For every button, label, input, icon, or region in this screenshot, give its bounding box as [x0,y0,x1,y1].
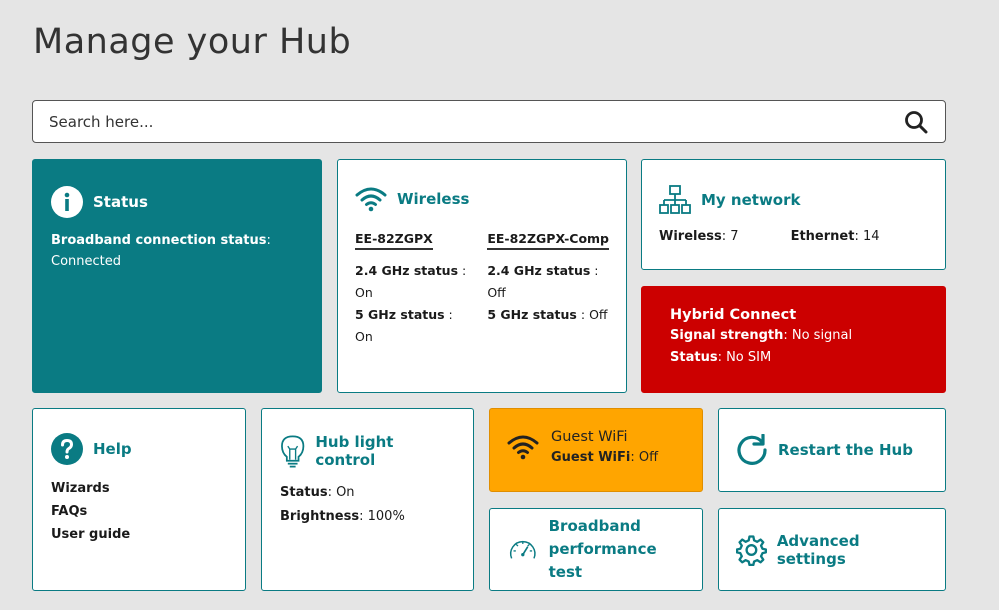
restart-title: Restart the Hub [778,441,913,459]
help-title: Help [93,440,132,458]
status-title: Status [93,193,148,211]
restart-icon [737,434,767,465]
sim-status-label: Status [670,350,718,365]
speedometer-icon [510,540,536,559]
band-5-value: Off [589,307,608,322]
wifi-icon [507,435,539,460]
band-5-status: 5 GHz status : On [355,307,453,344]
help-icon [51,433,83,465]
band-24-label: 2.4 GHz status [355,263,459,278]
band-5-status: 5 GHz status : Off [487,307,608,322]
advanced-settings-card[interactable]: Advanced settings [718,508,946,591]
ethernet-count-label: Ethernet [790,229,855,244]
search-input[interactable] [49,112,869,131]
status-header: Status [51,186,303,218]
network-icon [659,185,691,214]
band-24-label: 2.4 GHz status [487,263,591,278]
guest-wifi-status: Guest WiFi: Off [551,450,659,465]
advanced-settings-title: Advanced settings [776,531,860,568]
signal-strength-label: Signal strength [670,328,784,343]
hub-light-title: Hub light control [315,433,394,469]
ssid-label[interactable]: EE-82ZGPX-Comp [487,231,609,250]
wireless-header: Wireless [355,186,609,212]
lightbulb-icon [281,435,305,468]
hub-light-card[interactable]: Hub light control Status: On Brightness:… [261,408,474,591]
band-24-status: 2.4 GHz status : On [355,263,467,300]
band-5-value: On [355,329,373,344]
band-24-value: Off [487,285,506,300]
restart-header: Restart the Hub [736,434,913,466]
search-bar [32,100,946,143]
brightness-label: Brightness [280,509,360,524]
light-status-value: On [336,485,355,500]
light-brightness: Brightness: 100% [280,509,405,524]
broadband-status-label: Broadband connection status [51,233,267,248]
wireless-count-value: 7 [730,229,739,244]
guest-wifi-value: Off [638,450,659,465]
guest-wifi-header: Guest WiFi Guest WiFi: Off [507,427,685,469]
band-5-label: 5 GHz status [487,307,577,322]
my-network-title: My network [701,191,801,209]
restart-hub-card[interactable]: Restart the Hub [718,408,946,492]
wireless-card[interactable]: Wireless EE-82ZGPX 2.4 GHz status : On 5 … [337,159,627,393]
band-24-status: 2.4 GHz status : Off [487,263,599,300]
hub-light-header: Hub light control [280,433,455,469]
sim-status-value: No SIM [726,350,772,365]
hybrid-connect-title: Hybrid Connect [670,307,797,323]
network-column: EE-82ZGPX-Comp 2.4 GHz status : Off 5 GHz… [487,228,609,348]
help-link-faqs[interactable]: FAQs [51,500,227,523]
light-status-label: Status [280,485,328,500]
info-icon [51,186,83,218]
device-counts: Wireless: 7 Ethernet: 14 [659,229,880,244]
signal-strength: Signal strength: No signal [670,328,853,343]
band-5-label: 5 GHz status [355,307,445,322]
wireless-title: Wireless [397,190,470,208]
search-icon[interactable] [903,109,929,135]
signal-strength-value: No signal [791,328,853,343]
broadband-test-header: Broadband performance test [507,515,685,584]
help-link-wizards[interactable]: Wizards [51,477,227,500]
guest-wifi-title: Guest WiFi [551,429,628,445]
wireless-count-label: Wireless [659,229,722,244]
band-24-value: On [355,285,373,300]
my-network-card[interactable]: My network Wireless: 7 Ethernet: 14 [641,159,946,270]
guest-wifi-label: Guest WiFi [551,450,631,465]
gear-icon [736,534,767,566]
sim-status: Status: No SIM [670,350,772,365]
advanced-settings-header: Advanced settings [736,532,928,568]
broadband-test-card[interactable]: Broadband performance test [489,508,703,591]
help-header: Help [51,433,227,465]
page-title: Manage your Hub [33,22,352,62]
status-card[interactable]: Status Broadband connection status: Conn… [32,159,322,393]
broadband-test-title-line1: Broadband [548,517,641,535]
my-network-header: My network [659,184,928,216]
wifi-icon [355,187,387,212]
broadband-status-value: Connected [51,254,122,269]
broadband-status: Broadband connection status: Connected [51,233,271,269]
hybrid-connect-card[interactable]: Hybrid Connect Signal strength: No signa… [641,286,946,393]
network-column: EE-82ZGPX 2.4 GHz status : On 5 GHz statu… [355,228,469,348]
guest-wifi-card[interactable]: Guest WiFi Guest WiFi: Off [489,408,703,492]
light-status: Status: On [280,485,355,500]
help-link-user-guide[interactable]: User guide [51,523,227,546]
help-card[interactable]: Help Wizards FAQs User guide [32,408,246,591]
brightness-value: 100% [367,509,405,524]
ethernet-count-value: 14 [862,229,880,244]
ssid-label[interactable]: EE-82ZGPX [355,231,433,250]
broadband-test-title-line2: performance test [548,540,657,581]
